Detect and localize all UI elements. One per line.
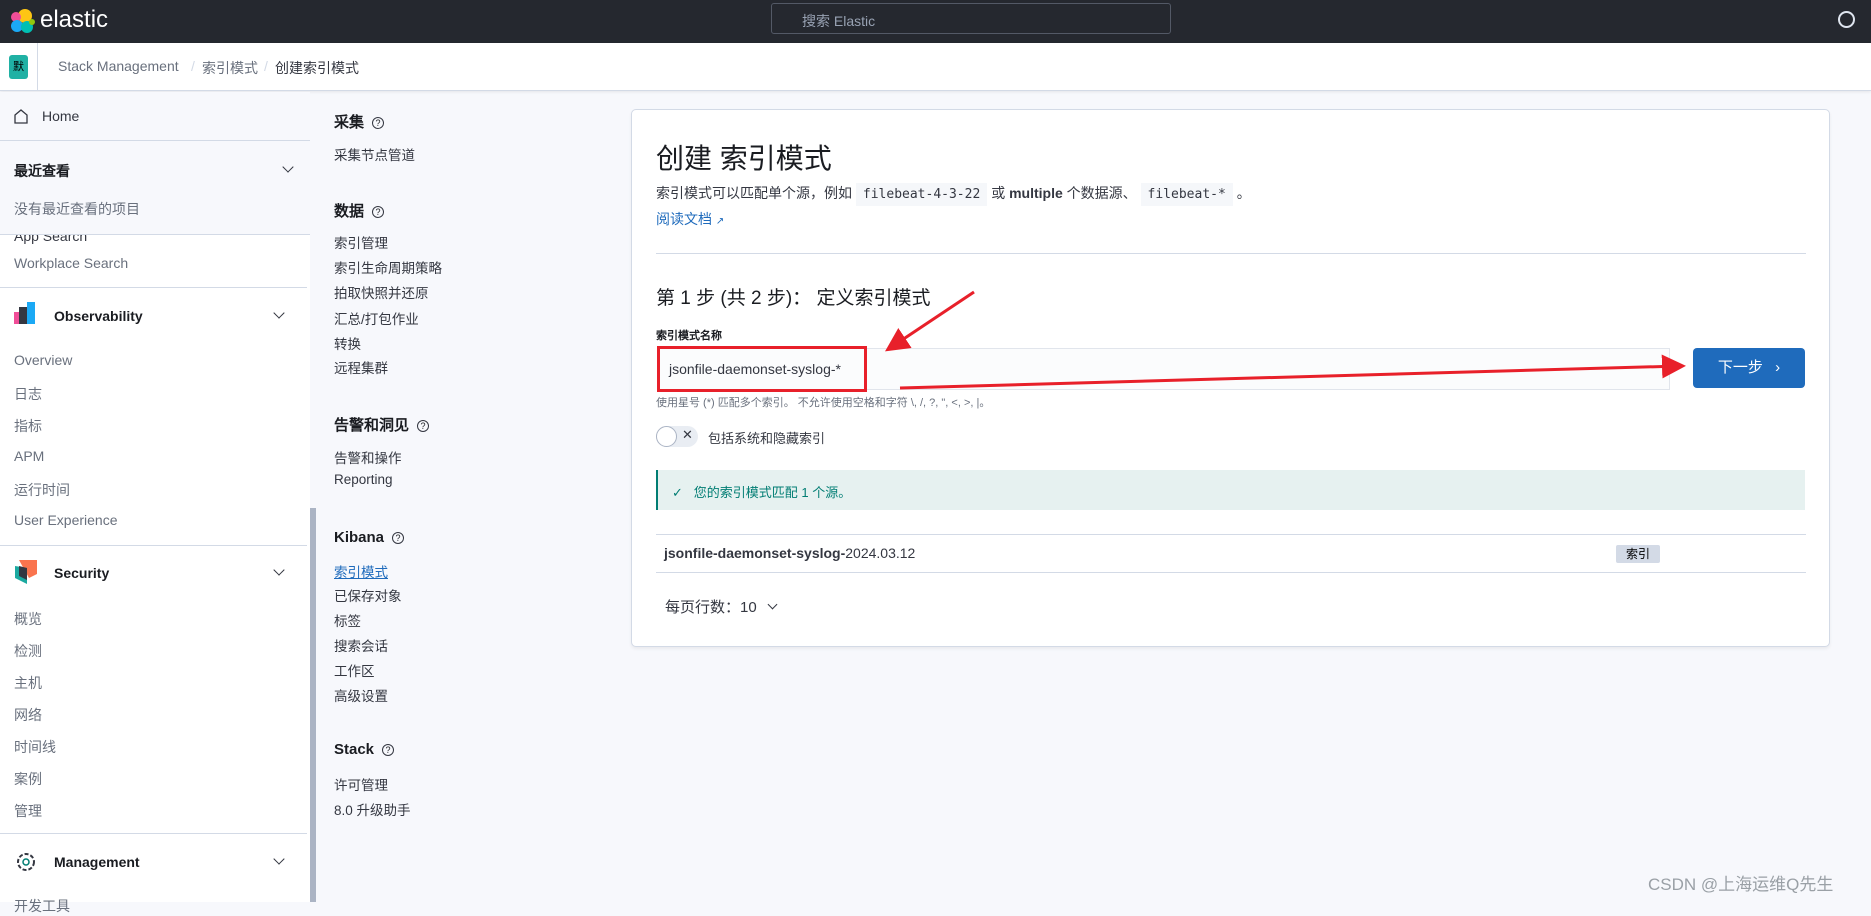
nav-item-remote-clusters[interactable]: 远程集群 xyxy=(334,357,388,377)
sidebar-item-metrics[interactable]: 指标 xyxy=(14,416,42,436)
nav-section-ingest: 采集? xyxy=(334,111,385,132)
nav-section-alerts: 告警和洞见? xyxy=(334,414,430,435)
divider xyxy=(0,140,310,141)
divider xyxy=(37,43,38,91)
elastic-logo-text[interactable]: elastic xyxy=(40,6,108,34)
close-icon: ✕ xyxy=(682,427,693,442)
sidebar-item-workplace-search[interactable]: Workplace Search xyxy=(14,255,128,271)
breadcrumb-index-patterns[interactable]: 索引模式 xyxy=(202,58,258,78)
divider xyxy=(656,534,1806,535)
sidebar-item-timelines[interactable]: 时间线 xyxy=(14,737,56,757)
divider xyxy=(656,253,1806,254)
gear-icon xyxy=(17,853,35,871)
sidebar-item-hosts[interactable]: 主机 xyxy=(14,673,42,693)
sidebar-item-administration[interactable]: 管理 xyxy=(14,801,42,821)
sidebar-item-overview[interactable]: Overview xyxy=(14,352,72,368)
description: 索引模式可以匹配单个源，例如 filebeat-4-3-22 或 multipl… xyxy=(656,183,1251,206)
breadcrumb-separator: / xyxy=(264,58,268,74)
nav-item-alerts-actions[interactable]: 告警和操作 xyxy=(334,447,402,467)
chevron-down-icon xyxy=(767,599,778,610)
help-icon[interactable]: ? xyxy=(372,206,385,218)
sidebar-item-cases[interactable]: 案例 xyxy=(14,769,42,789)
nav-item-tags[interactable]: 标签 xyxy=(334,610,361,630)
sidebar-item-overview[interactable]: 概览 xyxy=(14,609,42,629)
observability-title[interactable]: Observability xyxy=(54,308,143,324)
step-title: 第 1 步 (共 2 步)： 定义索引模式 xyxy=(656,288,931,309)
sidebar-item-user-experience[interactable]: User Experience xyxy=(14,512,118,528)
sidebar-item-detections[interactable]: 检测 xyxy=(14,641,42,661)
nav-item-index-patterns[interactable]: 索引模式 xyxy=(334,561,388,581)
help-icon[interactable]: ? xyxy=(382,744,395,756)
sidebar-item-dev-tools[interactable]: 开发工具 xyxy=(14,896,70,916)
observability-logo-icon xyxy=(14,302,35,324)
index-badge: 索引 xyxy=(1616,545,1660,563)
nav-item-search-sessions[interactable]: 搜索会话 xyxy=(334,635,388,655)
breadcrumb-current: 创建索引模式 xyxy=(275,60,359,76)
help-icon[interactable]: ? xyxy=(372,117,385,129)
help-menu-icon[interactable] xyxy=(1838,11,1855,28)
watermark: CSDN @上海运维Q先生 xyxy=(1648,875,1834,894)
nav-section-data: 数据? xyxy=(334,200,385,221)
security-logo-icon xyxy=(15,560,37,584)
nav-section-kibana: Kibana? xyxy=(334,529,405,546)
check-icon: ✓ xyxy=(672,485,683,500)
help-icon[interactable]: ? xyxy=(417,420,430,432)
sidebar-item-network[interactable]: 网络 xyxy=(14,705,42,725)
nav-item-index-management[interactable]: 索引管理 xyxy=(334,232,388,252)
sidebar-item-home[interactable]: Home xyxy=(42,108,79,124)
nav-item-advanced-settings[interactable]: 高级设置 xyxy=(334,685,388,705)
toggle-knob[interactable] xyxy=(656,426,677,447)
read-docs-link[interactable]: 阅读文档 ↗ xyxy=(656,209,724,229)
nav-item-spaces[interactable]: 工作区 xyxy=(334,660,375,680)
nav-item-upgrade-assistant[interactable]: 8.0 升级助手 xyxy=(334,799,411,819)
sidebar-item-uptime[interactable]: 运行时间 xyxy=(14,480,70,500)
field-label: 索引模式名称 xyxy=(656,330,722,342)
security-title[interactable]: Security xyxy=(54,565,109,581)
table-row: jsonfile-daemonset-syslog-2024.03.12 xyxy=(664,545,916,561)
chevron-right-icon: › xyxy=(1775,359,1781,376)
breadcrumb-separator: / xyxy=(191,58,195,74)
breadcrumb-stack-management[interactable]: Stack Management xyxy=(58,58,179,74)
sidebar-item-apm[interactable]: APM xyxy=(14,448,44,464)
nav-item-saved-objects[interactable]: 已保存对象 xyxy=(334,585,402,605)
management-title[interactable]: Management xyxy=(54,854,140,870)
success-callout: ✓ 您的索引模式匹配 1 个源。 xyxy=(656,470,1805,510)
top-header: elastic 搜索 Elastic xyxy=(0,0,1871,43)
next-step-button[interactable]: 下一步 › xyxy=(1693,348,1805,388)
code-example: filebeat-* xyxy=(1140,183,1233,206)
help-text: 使用星号 (*) 匹配多个索引。 不允许使用空格和字符 \, /, ?, ", … xyxy=(656,397,991,409)
help-icon[interactable]: ? xyxy=(392,532,405,544)
nav-item-reporting[interactable]: Reporting xyxy=(334,472,393,487)
sidebar-item-logs[interactable]: 日志 xyxy=(14,384,42,404)
search-input[interactable]: 搜索 Elastic xyxy=(771,3,1171,34)
divider xyxy=(656,572,1806,573)
sidebar-scrollbar[interactable] xyxy=(310,508,316,902)
divider xyxy=(0,287,307,288)
external-link-icon: ↗ xyxy=(715,216,725,227)
toggle-label: 包括系统和隐藏索引 xyxy=(708,431,826,446)
code-example: filebeat-4-3-22 xyxy=(855,183,988,206)
nav-item-rollup[interactable]: 汇总/打包作业 xyxy=(334,308,419,328)
space-avatar[interactable]: 默 xyxy=(9,55,28,79)
home-icon xyxy=(14,109,28,124)
page-title: 创建 索引模式 xyxy=(656,143,832,174)
annotation-highlight-box xyxy=(657,346,867,392)
recent-empty-text: 没有最近查看的项目 xyxy=(14,201,140,217)
divider xyxy=(0,545,307,546)
nav-item-snapshot[interactable]: 拍取快照并还原 xyxy=(334,282,429,302)
recent-title[interactable]: 最近查看 xyxy=(14,161,70,181)
elastic-logo-icon xyxy=(11,9,35,33)
nav-item-ilm[interactable]: 索引生命周期策略 xyxy=(334,257,442,277)
nav-section-stack: Stack? xyxy=(334,741,395,758)
divider xyxy=(0,833,307,834)
nav-item-transforms[interactable]: 转换 xyxy=(334,333,361,353)
rows-per-page-button[interactable]: 每页行数：10 xyxy=(665,596,778,617)
nav-item-license[interactable]: 许可管理 xyxy=(334,774,388,794)
nav-item-ingest-pipelines[interactable]: 采集节点管道 xyxy=(334,144,415,164)
